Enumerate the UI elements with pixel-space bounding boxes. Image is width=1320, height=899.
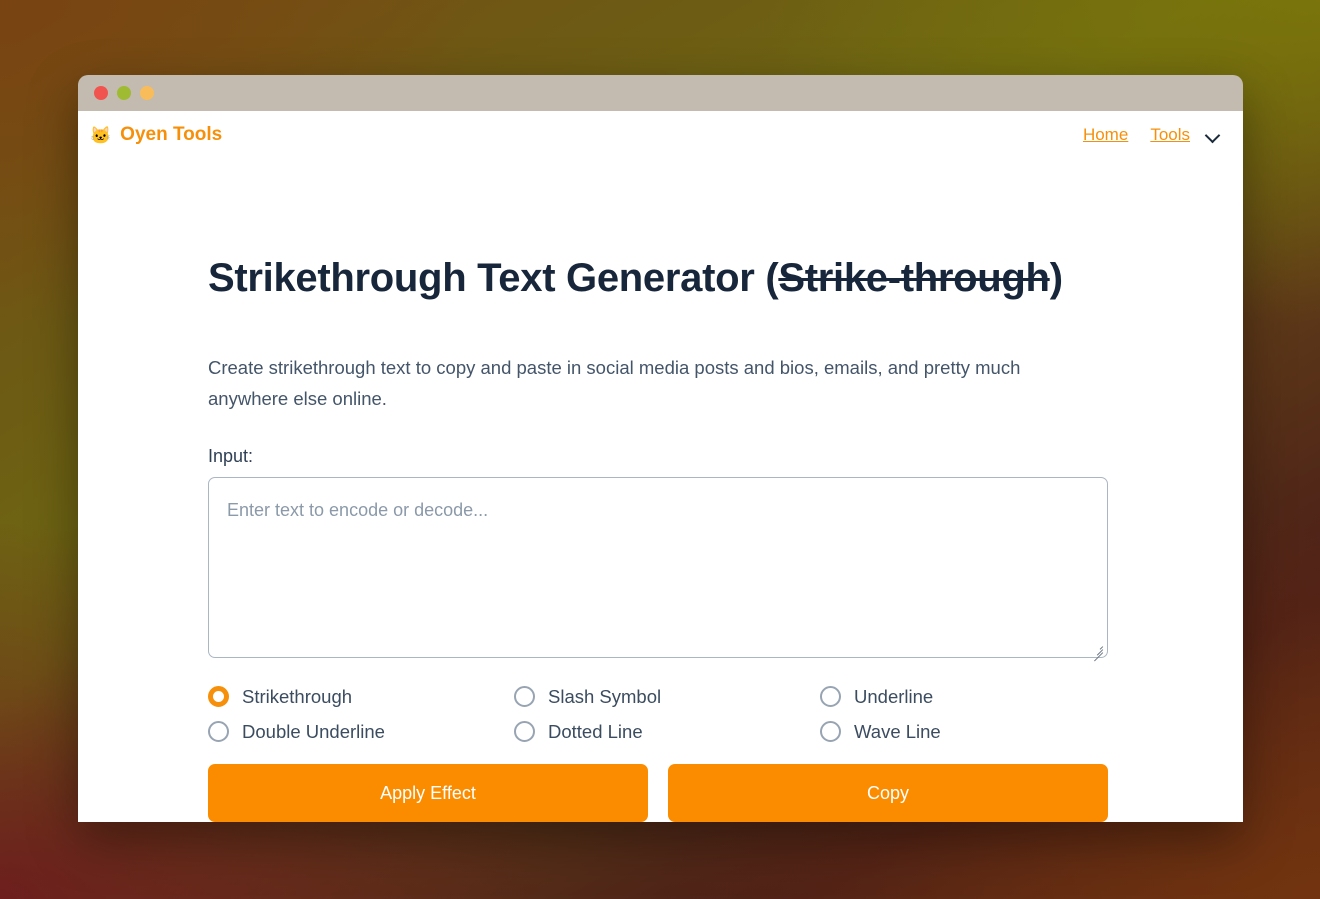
page-description: Create strikethrough text to copy and pa… (208, 357, 1021, 409)
nav-link-tools[interactable]: Tools (1150, 125, 1190, 145)
option-slash-symbol[interactable]: Slash Symbol (514, 686, 820, 708)
page-title: Strikethrough Text Generator (Strike-thr… (208, 256, 1113, 300)
close-window-button[interactable] (94, 86, 108, 100)
option-label: Underline (854, 685, 934, 707)
option-underline[interactable]: Underline (820, 686, 1108, 708)
page-body: 🐱 Oyen Tools Home Tools Strikethrough Te… (78, 111, 1243, 822)
page-title-tail: ) (1049, 256, 1063, 300)
minimize-window-button[interactable] (117, 86, 131, 100)
option-wave-line[interactable]: Wave Line (820, 721, 1108, 743)
radio-strikethrough[interactable] (208, 686, 229, 708)
radio-underline[interactable] (820, 686, 841, 708)
radio-slash-symbol[interactable] (514, 686, 535, 708)
window-titlebar[interactable] (78, 75, 1243, 111)
option-label: Double Underline (242, 720, 385, 742)
main-navigation: Home Tools (1083, 125, 1221, 145)
option-label: Dotted Line (548, 720, 643, 742)
option-label: Wave Line (854, 720, 941, 742)
apply-effect-button[interactable]: Apply Effect (208, 764, 648, 822)
option-label: Strikethrough (242, 685, 353, 707)
radio-wave-line[interactable] (820, 721, 841, 743)
chevron-down-icon[interactable] (1206, 128, 1221, 143)
brand-logo[interactable]: 🐱 Oyen Tools (84, 124, 222, 146)
effect-options-group: Strikethrough Slash Symbol Underline Dou… (208, 679, 1108, 749)
radio-dotted-line[interactable] (514, 721, 535, 743)
input-textarea[interactable] (208, 477, 1108, 659)
site-header: 🐱 Oyen Tools Home Tools (78, 111, 1243, 159)
radio-double-underline[interactable] (208, 721, 229, 743)
desktop-background: 🐱 Oyen Tools Home Tools Strikethrough Te… (0, 0, 1320, 899)
page-title-struck: Strike-through (778, 256, 1050, 300)
cat-icon: 🐱 (90, 125, 112, 145)
nav-link-home[interactable]: Home (1083, 125, 1128, 145)
page-title-plain: Strikethrough Text Generator ( (208, 256, 779, 300)
main-content: Strikethrough Text Generator (Strike-thr… (78, 256, 1243, 822)
action-buttons: Apply Effect Copy (208, 764, 1108, 822)
option-double-underline[interactable]: Double Underline (208, 721, 514, 743)
input-label: Input: (208, 446, 254, 467)
input-textarea-wrapper (208, 477, 1108, 663)
maximize-window-button[interactable] (140, 86, 154, 100)
browser-window: 🐱 Oyen Tools Home Tools Strikethrough Te… (78, 75, 1243, 822)
copy-button[interactable]: Copy (668, 764, 1108, 822)
option-dotted-line[interactable]: Dotted Line (514, 721, 820, 743)
option-strikethrough[interactable]: Strikethrough (208, 686, 514, 708)
brand-name: Oyen Tools (120, 124, 223, 145)
option-label: Slash Symbol (548, 685, 662, 707)
